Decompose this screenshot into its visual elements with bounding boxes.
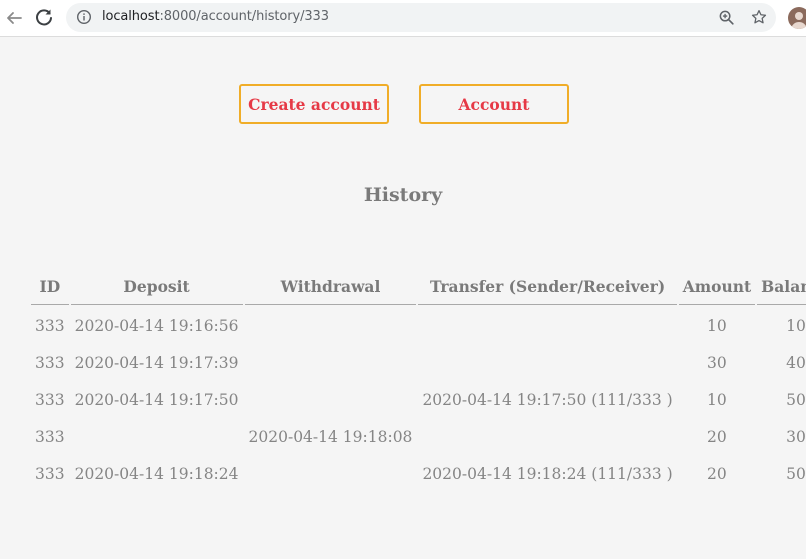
cell-deposit: 2020-04-14 19:17:50 <box>74 390 239 409</box>
cell-transfer <box>418 305 676 344</box>
arrow-left-icon[interactable] <box>2 6 26 30</box>
table-row: 333 2020-04-14 19:18:24 2020-04-14 19:18… <box>31 455 806 492</box>
cell-withdrawal <box>245 455 417 492</box>
header-balance: Balance <box>757 268 806 305</box>
header-withdrawal: Withdrawal <box>244 268 417 305</box>
cell-amount: 20 <box>707 427 727 446</box>
zoom-in-icon[interactable] <box>718 9 735 26</box>
profile-icon <box>791 12 806 29</box>
header-id: ID <box>31 268 69 305</box>
cell-balance: 10 <box>786 316 806 335</box>
cell-deposit: 2020-04-14 19:17:39 <box>74 353 239 372</box>
cell-transfer: 2020-04-14 19:18:24 (111/333 ) <box>422 464 673 483</box>
cell-balance: 30 <box>786 427 806 446</box>
history-table: ID Deposit Withdrawal Transfer (Sender/R… <box>29 268 806 492</box>
cell-withdrawal <box>245 305 417 344</box>
cell-withdrawal: 2020-04-14 19:18:08 <box>248 427 413 446</box>
cell-deposit <box>71 418 243 455</box>
cell-amount: 20 <box>707 464 727 483</box>
table-row: 333 2020-04-14 19:17:39 30 40 <box>31 344 806 381</box>
cell-id: 333 <box>35 390 65 409</box>
url-path: :8000/account/history/333 <box>159 9 329 24</box>
cell-transfer: 2020-04-14 19:17:50 (111/333 ) <box>422 390 673 409</box>
cell-withdrawal <box>245 344 417 381</box>
address-bar[interactable]: localhost:8000/account/history/333 <box>66 3 776 32</box>
cell-amount: 10 <box>707 316 727 335</box>
reload-icon[interactable] <box>32 6 56 30</box>
table-row: 333 2020-04-14 19:17:50 2020-04-14 19:17… <box>31 381 806 418</box>
cell-amount: 10 <box>707 390 727 409</box>
cell-balance: 50 <box>786 464 806 483</box>
cell-amount: 30 <box>707 353 727 372</box>
create-account-button[interactable]: Create account <box>239 84 389 124</box>
browser-toolbar: localhost:8000/account/history/333 <box>0 0 806 37</box>
cell-id: 333 <box>35 427 65 446</box>
account-button[interactable]: Account <box>419 84 569 124</box>
page-title: History <box>363 184 443 206</box>
cell-balance: 50 <box>786 390 806 409</box>
info-icon[interactable] <box>76 9 92 25</box>
star-icon[interactable] <box>750 8 768 26</box>
table-header-row: ID Deposit Withdrawal Transfer (Sender/R… <box>31 268 806 305</box>
cell-transfer <box>418 344 676 381</box>
header-deposit: Deposit <box>70 268 243 305</box>
header-transfer: Transfer (Sender/Receiver) <box>418 268 677 305</box>
cell-transfer <box>418 418 676 455</box>
cell-deposit: 2020-04-14 19:16:56 <box>74 316 239 335</box>
cell-balance: 40 <box>786 353 806 372</box>
cell-id: 333 <box>35 464 65 483</box>
cell-withdrawal <box>245 381 417 418</box>
header-amount: Amount <box>678 268 756 305</box>
table-row: 333 2020-04-14 19:16:56 10 10 <box>31 305 806 344</box>
url-text[interactable]: localhost:8000/account/history/333 <box>102 9 329 24</box>
cell-id: 333 <box>35 353 65 372</box>
table-row: 333 2020-04-14 19:18:08 20 30 <box>31 418 806 455</box>
cell-id: 333 <box>35 316 65 335</box>
avatar[interactable] <box>788 7 806 29</box>
cell-deposit: 2020-04-14 19:18:24 <box>74 464 239 483</box>
url-host: localhost <box>102 9 160 24</box>
